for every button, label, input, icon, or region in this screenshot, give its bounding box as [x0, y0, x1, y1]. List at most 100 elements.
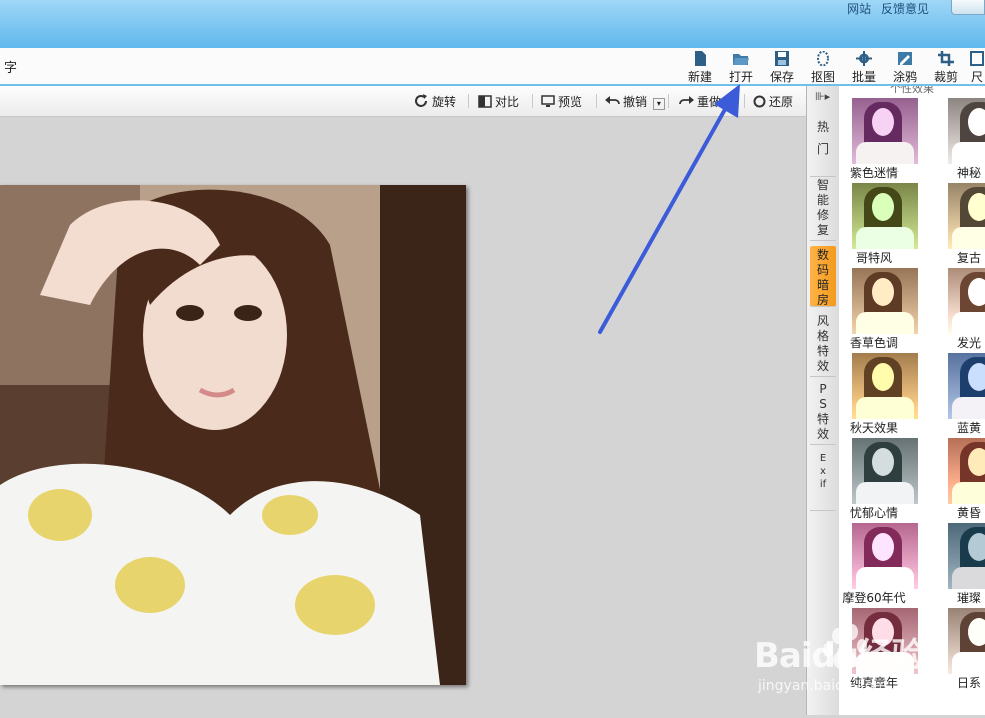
tab-hot[interactable]: 热门	[810, 114, 836, 177]
rotate-label: 旋转	[432, 95, 457, 109]
undo-dropdown-icon[interactable]: ▾	[652, 98, 665, 110]
doodle-icon	[898, 52, 912, 65]
redo-label: 重做	[697, 95, 722, 109]
effect-label: 秋天效果	[849, 421, 898, 435]
compare-icon	[478, 95, 492, 108]
effect-label: 蓝黄	[957, 421, 982, 435]
cutout-icon	[817, 51, 829, 66]
effect-thumb-gothic[interactable]	[852, 183, 918, 249]
effect-label: 忧郁心情	[849, 506, 898, 520]
effect-label: 神秘	[957, 166, 982, 180]
restore-button[interactable]: 还原	[753, 93, 793, 110]
resize-icon	[970, 51, 984, 66]
crop-label: 裁剪	[933, 70, 958, 84]
tab-style-effects[interactable]: 风格特效	[810, 314, 836, 377]
edit-toolbar: 旋转 对比 预览 撤销 ▾ 重做 还原	[0, 86, 806, 117]
effect-thumb-melancholy[interactable]	[852, 438, 918, 504]
tab-exif-label: Exif	[819, 453, 827, 490]
cutout-label: 抠图	[810, 70, 835, 84]
compare-label: 对比	[495, 95, 520, 109]
toolbar-separator	[744, 94, 745, 108]
doodle-button[interactable]: 涂鸦	[885, 51, 925, 85]
tab-digital-darkroom-label: 数码暗房	[816, 248, 829, 307]
portrait-illustration	[0, 185, 466, 685]
tab-style-effects-label: 风格特效	[816, 314, 829, 373]
tab-hot-label: 热门	[816, 120, 829, 156]
effect-label: 摩登60年代	[842, 591, 906, 605]
resize-button[interactable]: 尺	[962, 51, 985, 85]
batch-label: 批量	[851, 70, 876, 84]
effects-header: 个性效果	[890, 86, 934, 95]
window-control-button[interactable]	[951, 0, 985, 15]
watermark-brand: Baidu经验	[754, 636, 925, 676]
crop-button[interactable]: 裁剪	[926, 51, 966, 85]
preview-icon	[541, 95, 555, 107]
baidu-watermark: Baidu经验 jingyan.baidu.com	[750, 620, 980, 715]
rotate-icon	[415, 94, 427, 107]
undo-button[interactable]: 撤销 ▾	[605, 93, 665, 110]
restore-label: 还原	[769, 95, 794, 109]
toolbar-left-text: 字	[4, 61, 18, 76]
toolbar-separator	[532, 94, 533, 108]
effect-label: 璀璨	[957, 591, 982, 605]
tab-smart-repair[interactable]: 智能修复	[810, 178, 836, 241]
toolbar-separator	[468, 94, 469, 108]
effect-thumb-dusk[interactable]	[948, 438, 985, 504]
collapse-panel-icon[interactable]: ⊪▸	[815, 90, 830, 103]
effect-label: 哥特风	[855, 251, 892, 265]
open-button[interactable]: 打开	[721, 51, 761, 85]
batch-icon	[856, 51, 872, 66]
toolbar-separator	[596, 94, 597, 108]
feedback-link[interactable]: 反馈意见	[881, 2, 929, 16]
effect-thumb-mystery[interactable]	[948, 98, 985, 164]
crop-icon	[938, 51, 954, 66]
tab-ps-effects[interactable]: PS特效	[810, 382, 836, 445]
restore-icon	[753, 95, 766, 108]
save-icon	[775, 51, 789, 66]
effect-thumb-purple[interactable]	[852, 98, 918, 164]
doodle-label: 涂鸦	[892, 70, 917, 84]
effect-label: 紫色迷情	[849, 166, 898, 180]
new-button[interactable]: 新建	[680, 51, 720, 85]
redo-icon	[679, 96, 694, 105]
title-bar: 网站 反馈意见	[0, 0, 985, 48]
resize-label: 尺	[970, 70, 983, 84]
tab-exif[interactable]: Exif	[810, 452, 836, 511]
effect-thumb-vanilla[interactable]	[852, 268, 918, 334]
effect-thumb-glow[interactable]	[948, 268, 985, 334]
cutout-button[interactable]: 抠图	[803, 51, 843, 85]
top-links: 网站 反馈意见	[841, 0, 929, 17]
toolbar-separator	[668, 94, 669, 108]
effect-thumb-retro[interactable]	[948, 183, 985, 249]
effect-thumb-60s[interactable]	[852, 523, 918, 589]
watermark-url: jingyan.baidu.com	[758, 678, 888, 694]
tab-digital-darkroom[interactable]: 数码暗房	[810, 246, 836, 307]
edited-photo	[0, 185, 466, 685]
compare-button[interactable]: 对比	[478, 93, 519, 110]
effect-thumb-autumn[interactable]	[852, 353, 918, 419]
save-label: 保存	[769, 70, 794, 84]
effect-label: 香草色调	[849, 336, 898, 350]
effect-thumb-blue-yellow[interactable]	[948, 353, 985, 419]
redo-button[interactable]: 重做	[679, 93, 721, 110]
website-link[interactable]: 网站	[847, 2, 871, 16]
image-canvas[interactable]	[0, 117, 806, 715]
effect-thumb-brilliant[interactable]	[948, 523, 985, 589]
tab-smart-repair-label: 智能修复	[816, 178, 829, 237]
new-file-icon	[695, 51, 706, 66]
undo-label: 撤销	[623, 95, 648, 109]
open-folder-icon	[733, 54, 749, 65]
rotate-button[interactable]: 旋转	[414, 93, 456, 110]
effect-label: 黄昏	[957, 506, 982, 520]
new-label: 新建	[687, 70, 712, 84]
save-button[interactable]: 保存	[762, 51, 802, 85]
effect-label: 发光	[957, 336, 982, 350]
effect-label: 复古	[957, 251, 982, 265]
tab-ps-effects-label: PS特效	[816, 382, 829, 441]
undo-icon	[605, 96, 620, 105]
preview-label: 预览	[558, 95, 583, 109]
batch-button[interactable]: 批量	[844, 51, 884, 85]
preview-button[interactable]: 预览	[541, 93, 582, 110]
open-label: 打开	[728, 70, 753, 84]
main-toolbar: 字 新建 打开 保存 抠图 批量 涂鸦 裁剪 尺	[0, 48, 985, 86]
